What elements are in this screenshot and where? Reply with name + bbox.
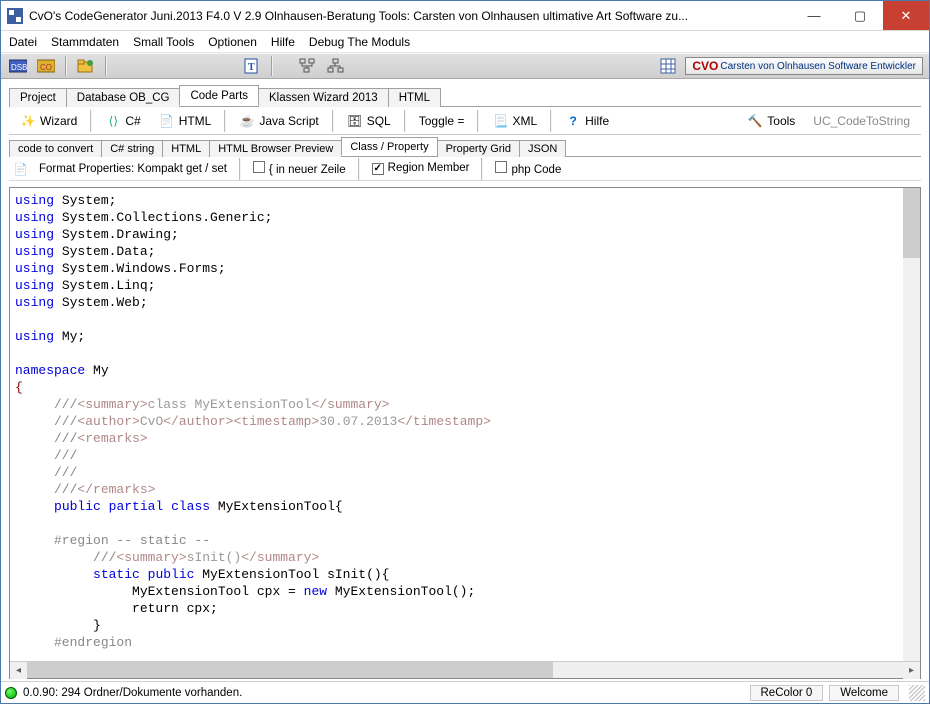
codeparts-toolbar: ✨Wizard ⟨⟩C# 📄HTML ☕Java Script 🗄SQL Tog… [9, 107, 921, 135]
separator [358, 158, 360, 180]
tab-html[interactable]: HTML [388, 88, 441, 107]
tool-dsb-icon[interactable]: DSB [7, 56, 29, 76]
separator [550, 110, 552, 132]
tool-text-icon[interactable]: T [241, 56, 263, 76]
javascript-button[interactable]: ☕Java Script [232, 110, 325, 132]
menu-optionen[interactable]: Optionen [208, 35, 257, 49]
separator [332, 110, 334, 132]
subtab-htmlbrowser[interactable]: HTML Browser Preview [209, 140, 342, 157]
subtab-propertygrid[interactable]: Property Grid [437, 140, 520, 157]
db-icon: 🗄 [347, 113, 363, 129]
tab-klassenwizard[interactable]: Klassen Wizard 2013 [258, 88, 389, 107]
chk-phpcode[interactable]: php Code [495, 161, 561, 176]
tools-button[interactable]: 🔨Tools [740, 110, 802, 132]
tool-folder-icon[interactable] [75, 56, 97, 76]
coffee-icon: ☕ [239, 113, 255, 129]
menubar: Datei Stammdaten Small Tools Optionen Hi… [1, 31, 929, 53]
titlebar: CvO's CodeGenerator Juni.2013 F4.0 V 2.9… [1, 1, 929, 31]
wizard-button[interactable]: ✨Wizard [13, 110, 84, 132]
separator [481, 158, 483, 180]
brand-area: CVOCarsten von Olnhausen Software Entwic… [657, 56, 923, 76]
subtab-csharpstring[interactable]: C# string [101, 140, 163, 157]
toolbar-separator [271, 56, 273, 76]
help-icon: ? [565, 113, 581, 129]
status-recolor[interactable]: ReColor 0 [750, 685, 824, 701]
menu-hilfe[interactable]: Hilfe [271, 35, 295, 49]
page-icon: 📄 [13, 161, 29, 177]
menu-stammdaten[interactable]: Stammdaten [51, 35, 119, 49]
chk-regionmember[interactable]: Region Member [372, 162, 470, 175]
minimize-button[interactable]: — [791, 1, 837, 30]
svg-text:T: T [248, 62, 255, 73]
uc-label: UC_CodeToString [806, 111, 917, 131]
tab-database[interactable]: Database OB_CG [66, 88, 181, 107]
subtab-json[interactable]: JSON [519, 140, 566, 157]
options-row: 📄 Format Properties: Kompakt get / set {… [9, 157, 921, 181]
statusbar: 0.0.90: 294 Ordner/Dokumente vorhanden. … [1, 681, 929, 703]
subtab-classproperty[interactable]: Class / Property [341, 137, 437, 156]
html-button[interactable]: 📄HTML [152, 110, 219, 132]
xml-button[interactable]: 📃XML [485, 110, 544, 132]
hammer-icon: 🔨 [747, 113, 763, 129]
vertical-scrollbar[interactable] [903, 188, 920, 661]
separator [477, 110, 479, 132]
main-tabs: Project Database OB_CG Code Parts Klasse… [9, 85, 921, 107]
window-controls: — ▢ ✕ [791, 1, 929, 30]
menu-debug[interactable]: Debug The Moduls [309, 35, 410, 49]
client-area: Project Database OB_CG Code Parts Klasse… [1, 79, 929, 681]
separator [90, 110, 92, 132]
subtab-html[interactable]: HTML [162, 140, 210, 157]
separator [239, 158, 241, 180]
tool-tree1-icon[interactable] [297, 56, 319, 76]
close-button[interactable]: ✕ [883, 1, 929, 30]
page-icon: 📄 [159, 113, 175, 129]
csharp-icon: ⟨⟩ [105, 113, 121, 129]
toggle-button[interactable]: Toggle = [412, 111, 472, 131]
scroll-thumb[interactable] [903, 188, 920, 258]
xml-icon: 📃 [492, 113, 508, 129]
separator [224, 110, 226, 132]
scroll-thumb[interactable] [27, 662, 553, 678]
brand-grid-icon[interactable] [657, 56, 679, 76]
status-text: 0.0.90: 294 Ordner/Dokumente vorhanden. [23, 687, 242, 699]
menu-smalltools[interactable]: Small Tools [133, 35, 194, 49]
svg-text:DSB: DSB [11, 63, 27, 72]
scroll-right-arrow[interactable]: ▸ [903, 662, 920, 679]
code-editor[interactable]: using System; using System.Collections.G… [10, 188, 920, 661]
separator [404, 110, 406, 132]
status-welcome[interactable]: Welcome [829, 685, 899, 701]
tool-co-icon[interactable]: CO [35, 56, 57, 76]
tab-codeparts[interactable]: Code Parts [179, 85, 259, 106]
sub-tabs: code to convert C# string HTML HTML Brow… [9, 137, 921, 157]
window-title: CvO's CodeGenerator Juni.2013 F4.0 V 2.9… [29, 9, 791, 23]
resize-grip-icon[interactable] [909, 685, 925, 701]
brand-label: CVOCarsten von Olnhausen Software Entwic… [685, 57, 923, 75]
tool-tree2-icon[interactable] [325, 56, 347, 76]
csharp-button[interactable]: ⟨⟩C# [98, 110, 147, 132]
scroll-left-arrow[interactable]: ◂ [10, 662, 27, 679]
tab-project[interactable]: Project [9, 88, 67, 107]
app-window: CvO's CodeGenerator Juni.2013 F4.0 V 2.9… [0, 0, 930, 704]
toolbar-separator [65, 56, 67, 76]
format-label: Format Properties: Kompakt get / set [39, 163, 227, 175]
toolbar-separator [105, 56, 107, 76]
horizontal-scrollbar[interactable]: ◂ ▸ [10, 661, 920, 678]
chk-neuerzeile[interactable]: { in neuer Zeile [253, 161, 346, 176]
status-led-icon [5, 687, 17, 699]
subtab-codetoconvert[interactable]: code to convert [9, 140, 102, 157]
svg-text:CO: CO [40, 63, 52, 72]
hilfe-button[interactable]: ?Hilfe [558, 110, 616, 132]
sql-button[interactable]: 🗄SQL [340, 110, 398, 132]
main-toolbar: DSB CO T CVOCarsten von Olnhausen Softwa… [1, 53, 929, 79]
editor-wrap: using System; using System.Collections.G… [9, 187, 921, 679]
wand-icon: ✨ [20, 113, 36, 129]
app-icon [7, 8, 23, 24]
menu-datei[interactable]: Datei [9, 35, 37, 49]
maximize-button[interactable]: ▢ [837, 1, 883, 30]
